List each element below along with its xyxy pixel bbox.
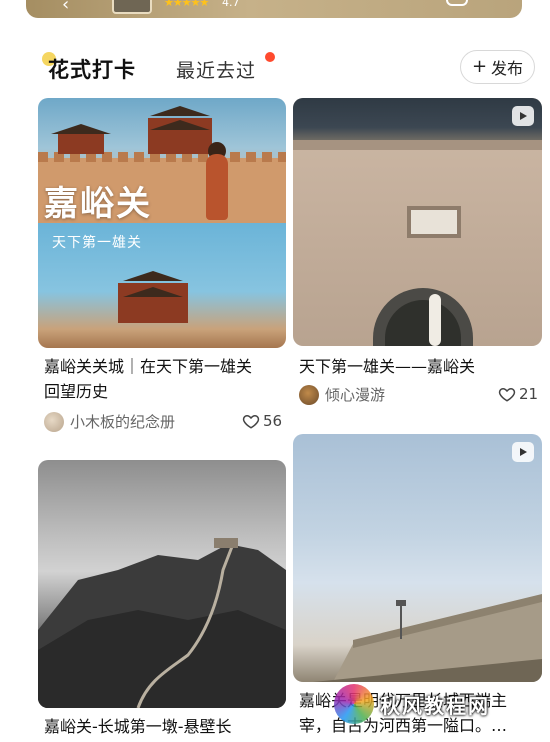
note-card-2[interactable]: 天下第一雄关——嘉峪关 倾心漫游 21 bbox=[293, 98, 543, 418]
like-count-1[interactable]: 56 bbox=[242, 412, 282, 430]
avatar bbox=[299, 384, 319, 405]
image-overlay-subtitle: 天下第一雄关 bbox=[52, 235, 142, 251]
note-title-2[interactable]: 天下第一雄关——嘉峪关 bbox=[299, 354, 543, 379]
like-count-2[interactable]: 21 bbox=[498, 385, 538, 403]
note-author-2[interactable]: 倾心漫游 bbox=[299, 384, 385, 405]
heart-icon bbox=[498, 387, 516, 402]
video-badge bbox=[512, 442, 534, 462]
note-image-4[interactable] bbox=[293, 434, 542, 682]
poi-header-strip: ‹ ★★★★★ 4.7 bbox=[26, 0, 522, 18]
back-arrow-icon[interactable]: ‹ bbox=[62, 0, 69, 15]
rating-stars-icon: ★★★★★ bbox=[164, 0, 209, 9]
video-badge bbox=[512, 106, 534, 126]
watermark-text: 秋风教程网 bbox=[380, 693, 490, 718]
poi-thumbnail[interactable] bbox=[112, 0, 152, 14]
note-card-1[interactable]: 嘉峪关 天下第一雄关 嘉峪关关城｜在天下第一雄关 回望历史 小木板的纪念册 56 bbox=[38, 98, 288, 438]
site-watermark: 秋风教程网 bbox=[334, 684, 490, 724]
publish-button[interactable]: + 发布 bbox=[460, 50, 535, 84]
tab-fancy-checkin[interactable]: 花式打卡 bbox=[48, 54, 136, 84]
note-title-3[interactable]: 嘉峪关-长城第一墩-悬壁长 bbox=[44, 714, 288, 739]
play-icon bbox=[520, 448, 527, 456]
note-image-3[interactable] bbox=[38, 460, 286, 708]
note-author-1[interactable]: 小木板的纪念册 bbox=[44, 411, 175, 432]
publish-label: 发布 bbox=[491, 59, 524, 78]
image-overlay-title: 嘉峪关 bbox=[44, 184, 152, 224]
note-image-2[interactable] bbox=[293, 98, 542, 346]
share-icon[interactable] bbox=[446, 0, 468, 6]
play-icon bbox=[520, 112, 527, 120]
notification-dot bbox=[265, 52, 275, 62]
note-card-3[interactable]: 嘉峪关-长城第一墩-悬壁长 bbox=[38, 460, 288, 742]
rating-value: 4.7 bbox=[222, 0, 240, 9]
note-image-1[interactable]: 嘉峪关 天下第一雄关 bbox=[38, 98, 286, 348]
avatar bbox=[44, 411, 64, 432]
plus-icon: + bbox=[471, 56, 488, 77]
heart-icon bbox=[242, 414, 260, 429]
note-title-1[interactable]: 嘉峪关关城｜在天下第一雄关 回望历史 bbox=[44, 354, 288, 404]
checkin-tab-bar: 花式打卡 最近去过 + 发布 bbox=[0, 50, 550, 90]
watermark-logo-icon bbox=[334, 684, 374, 724]
tab-recently-visited[interactable]: 最近去过 bbox=[176, 56, 256, 83]
